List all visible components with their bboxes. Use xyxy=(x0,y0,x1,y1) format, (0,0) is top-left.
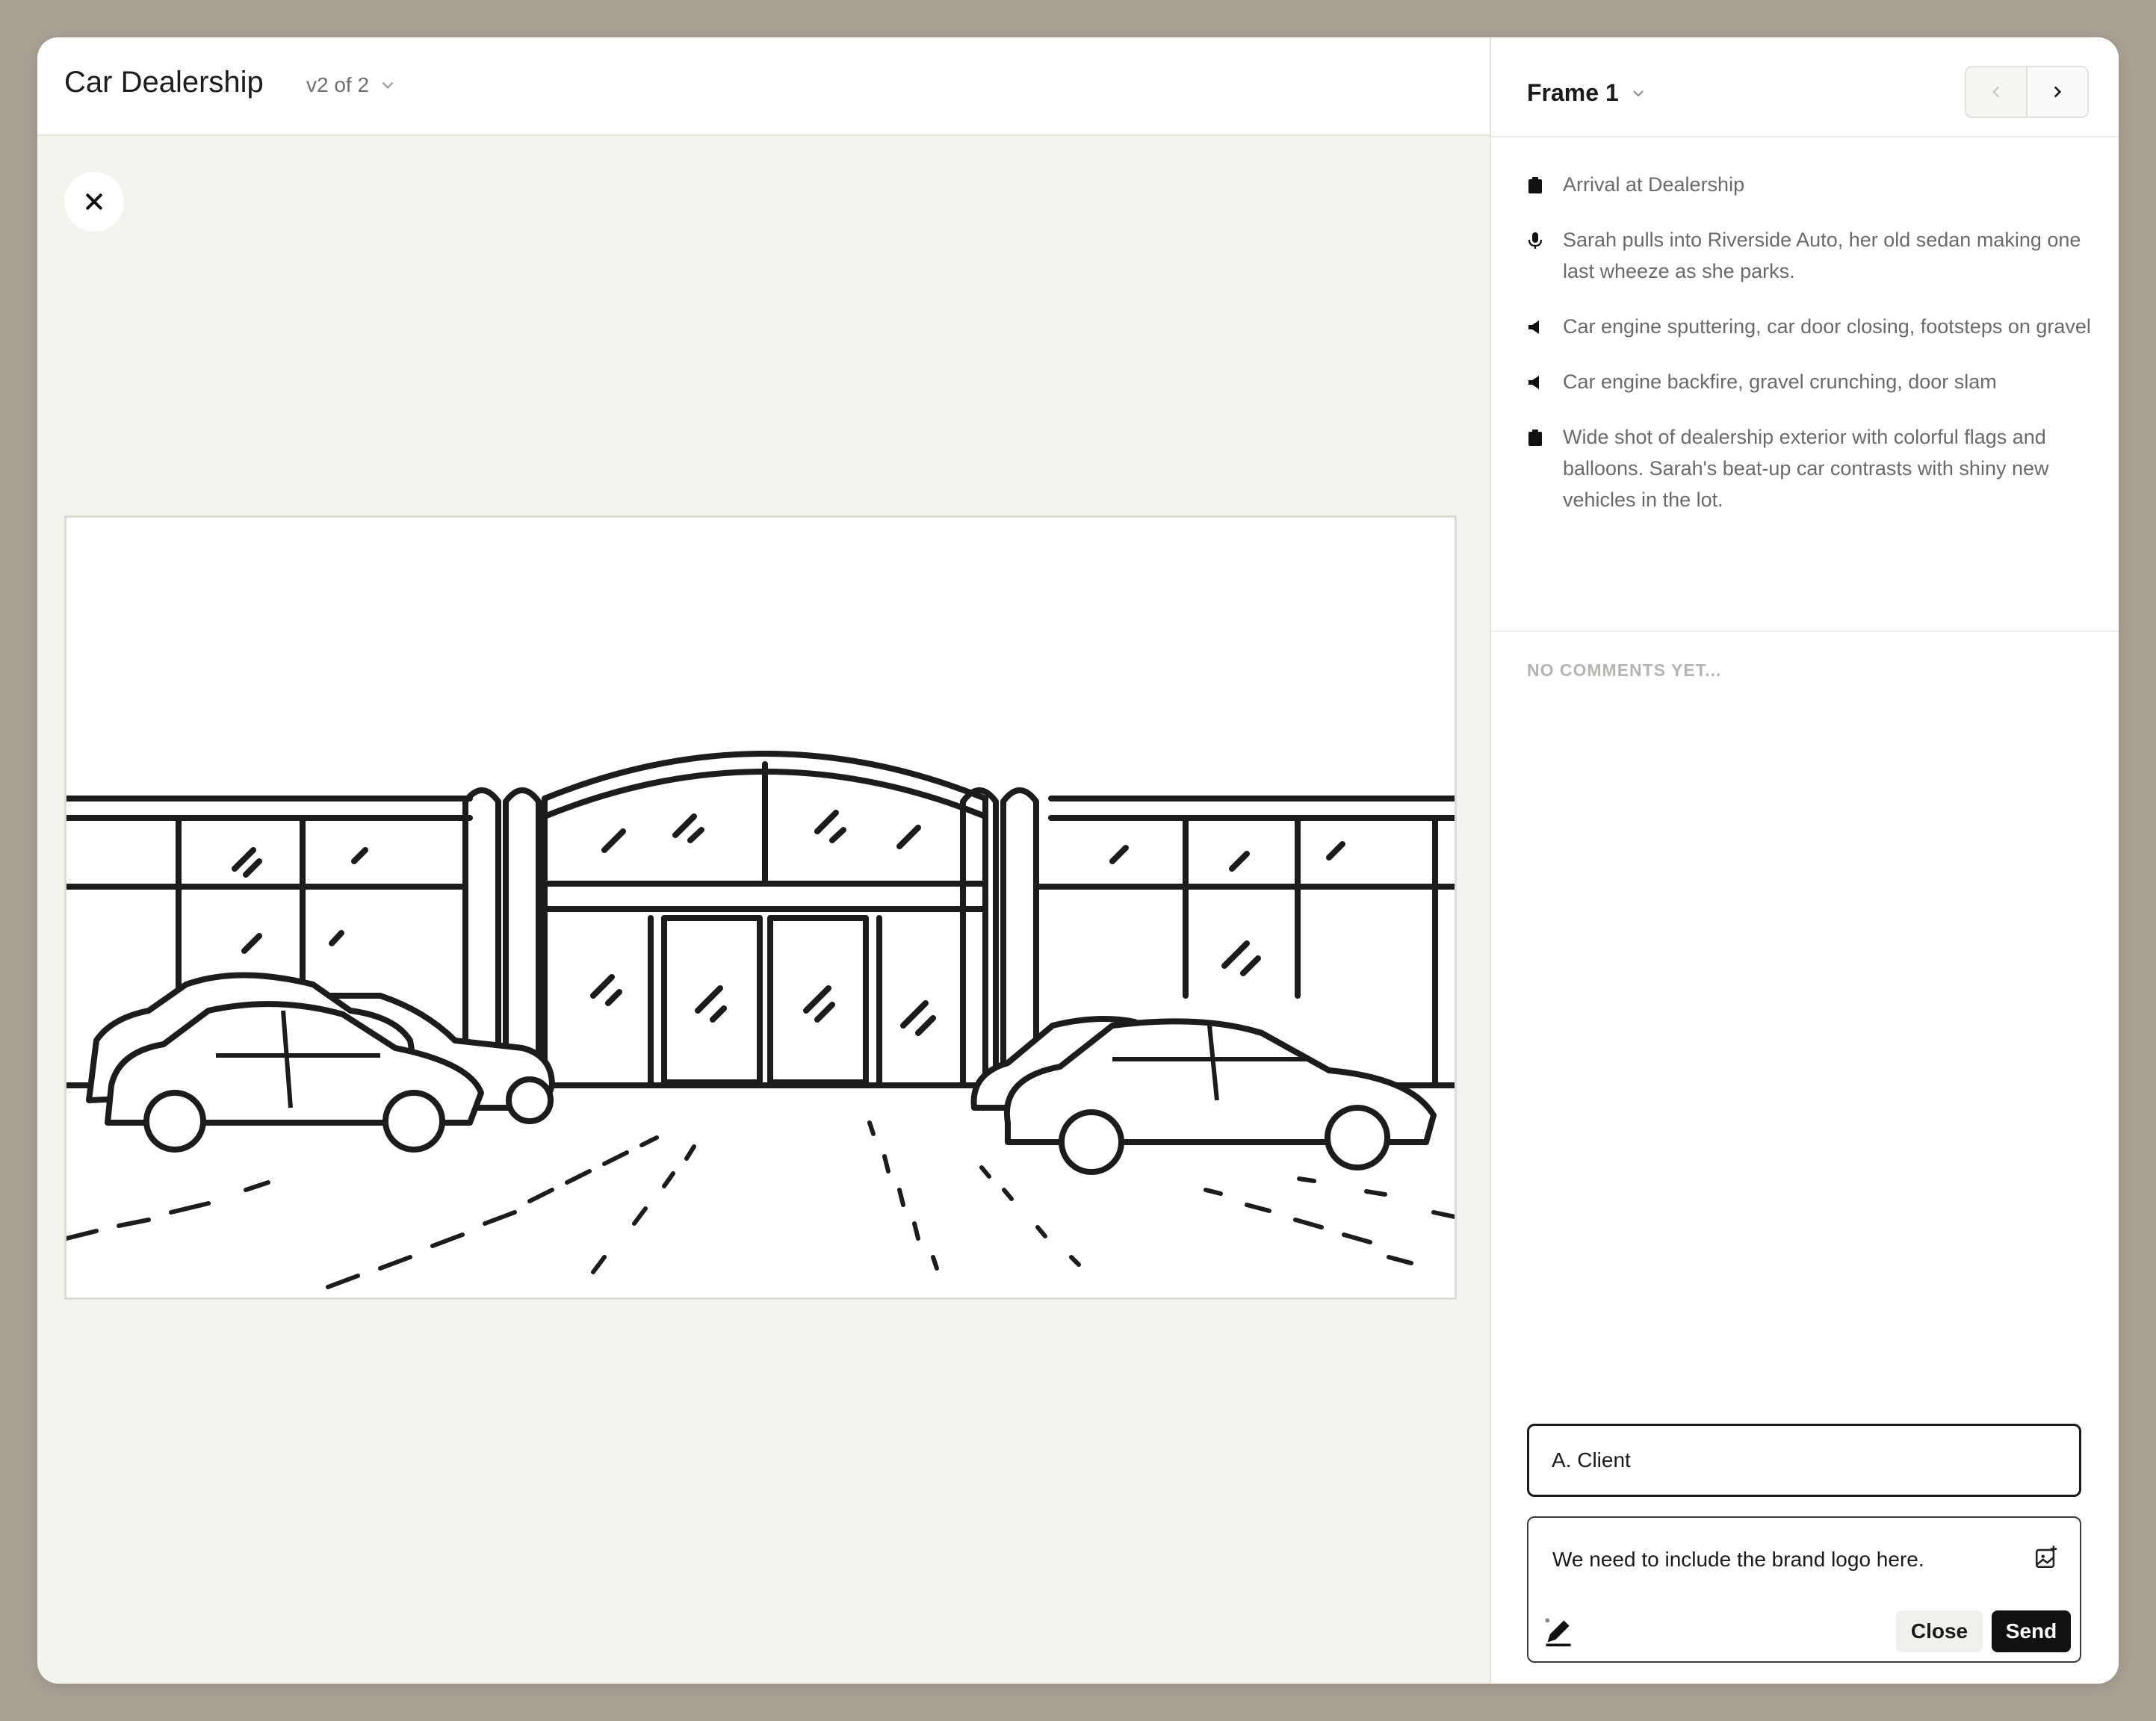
next-frame-button[interactable] xyxy=(2028,67,2087,117)
chevron-left-icon xyxy=(1992,86,2000,98)
app-window: Car Dealership v2 of 2 Frame 1 Arrival a… xyxy=(37,37,2119,1684)
close-viewer-button[interactable] xyxy=(64,172,124,232)
version-dropdown[interactable]: v2 of 2 xyxy=(306,73,396,97)
shot-description: Wide shot of dealership exterior with co… xyxy=(1563,426,2049,511)
author-name-field[interactable]: A. Client xyxy=(1527,1424,2081,1497)
empty-comments-label: NO COMMENTS YET... xyxy=(1527,660,1722,680)
panel-header: Frame 1 xyxy=(1491,37,2119,137)
scene-title: Arrival at Dealership xyxy=(1563,173,1745,196)
dealership-sketch xyxy=(66,751,1455,1289)
speaker-icon xyxy=(1528,376,1539,389)
clipboard-icon xyxy=(1528,430,1542,446)
frame-detail-item: Car engine sputtering, car door closing,… xyxy=(1527,311,2095,342)
chevron-down-icon xyxy=(1633,90,1644,96)
comment-text: We need to include the brand logo here. xyxy=(1552,1548,1924,1571)
chevron-down-icon xyxy=(382,81,394,89)
frame-detail-item: Arrival at Dealership xyxy=(1527,169,2095,200)
frame-navigation xyxy=(1965,66,2089,118)
sound-effect-text: Car engine backfire, gravel crunching, d… xyxy=(1563,370,1997,393)
frame-selector[interactable]: Frame 1 xyxy=(1527,79,1646,107)
add-image-icon[interactable] xyxy=(2033,1545,2059,1570)
dialogue-text: Sarah pulls into Riverside Auto, her old… xyxy=(1563,229,2081,282)
frame-detail-item: Sarah pulls into Riverside Auto, her old… xyxy=(1527,224,2095,287)
canvas-pane: Car Dealership v2 of 2 xyxy=(37,37,1490,1684)
speaker-icon xyxy=(1528,320,1539,334)
storyboard-frame-image[interactable] xyxy=(64,515,1457,1300)
divider xyxy=(1491,630,2119,632)
previous-frame-button[interactable] xyxy=(1966,67,2028,117)
clipboard-icon xyxy=(1528,177,1542,193)
frame-details: Arrival at Dealership Sarah pulls into R… xyxy=(1527,169,2095,539)
frame-detail-item: Car engine backfire, gravel crunching, d… xyxy=(1527,366,2095,397)
microphone-icon xyxy=(1528,232,1543,249)
frame-title: Frame 1 xyxy=(1527,79,1619,106)
chevron-right-icon xyxy=(2054,86,2062,98)
author-name: A. Client xyxy=(1552,1448,1631,1472)
project-title: Car Dealership xyxy=(64,66,264,99)
version-label: v2 of 2 xyxy=(306,73,370,96)
comment-input[interactable]: We need to include the brand logo here. … xyxy=(1527,1516,2081,1663)
sound-effect-text: Car engine sputtering, car door closing,… xyxy=(1563,315,2091,338)
close-button[interactable]: Close xyxy=(1896,1610,1983,1652)
close-icon xyxy=(86,193,102,210)
draw-pen-icon[interactable] xyxy=(1542,1615,1575,1648)
send-button[interactable]: Send xyxy=(1992,1610,2071,1652)
frame-detail-item: Wide shot of dealership exterior with co… xyxy=(1527,421,2095,515)
top-bar: Car Dealership v2 of 2 xyxy=(37,37,1490,136)
comments-panel: Frame 1 Arrival at Dealership Sarah pull… xyxy=(1490,37,2119,1684)
